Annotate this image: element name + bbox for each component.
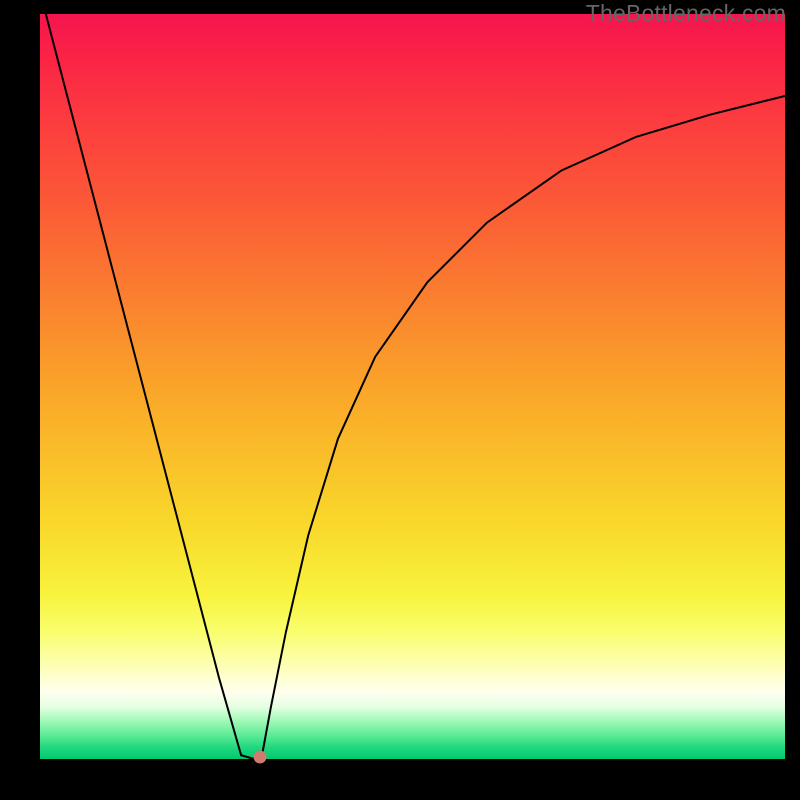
chart-frame: TheBottleneck.com bbox=[0, 0, 800, 800]
plot-area bbox=[40, 14, 785, 759]
bottleneck-curve bbox=[40, 14, 785, 759]
minimum-marker bbox=[253, 750, 266, 763]
watermark-text: TheBottleneck.com bbox=[586, 0, 786, 27]
